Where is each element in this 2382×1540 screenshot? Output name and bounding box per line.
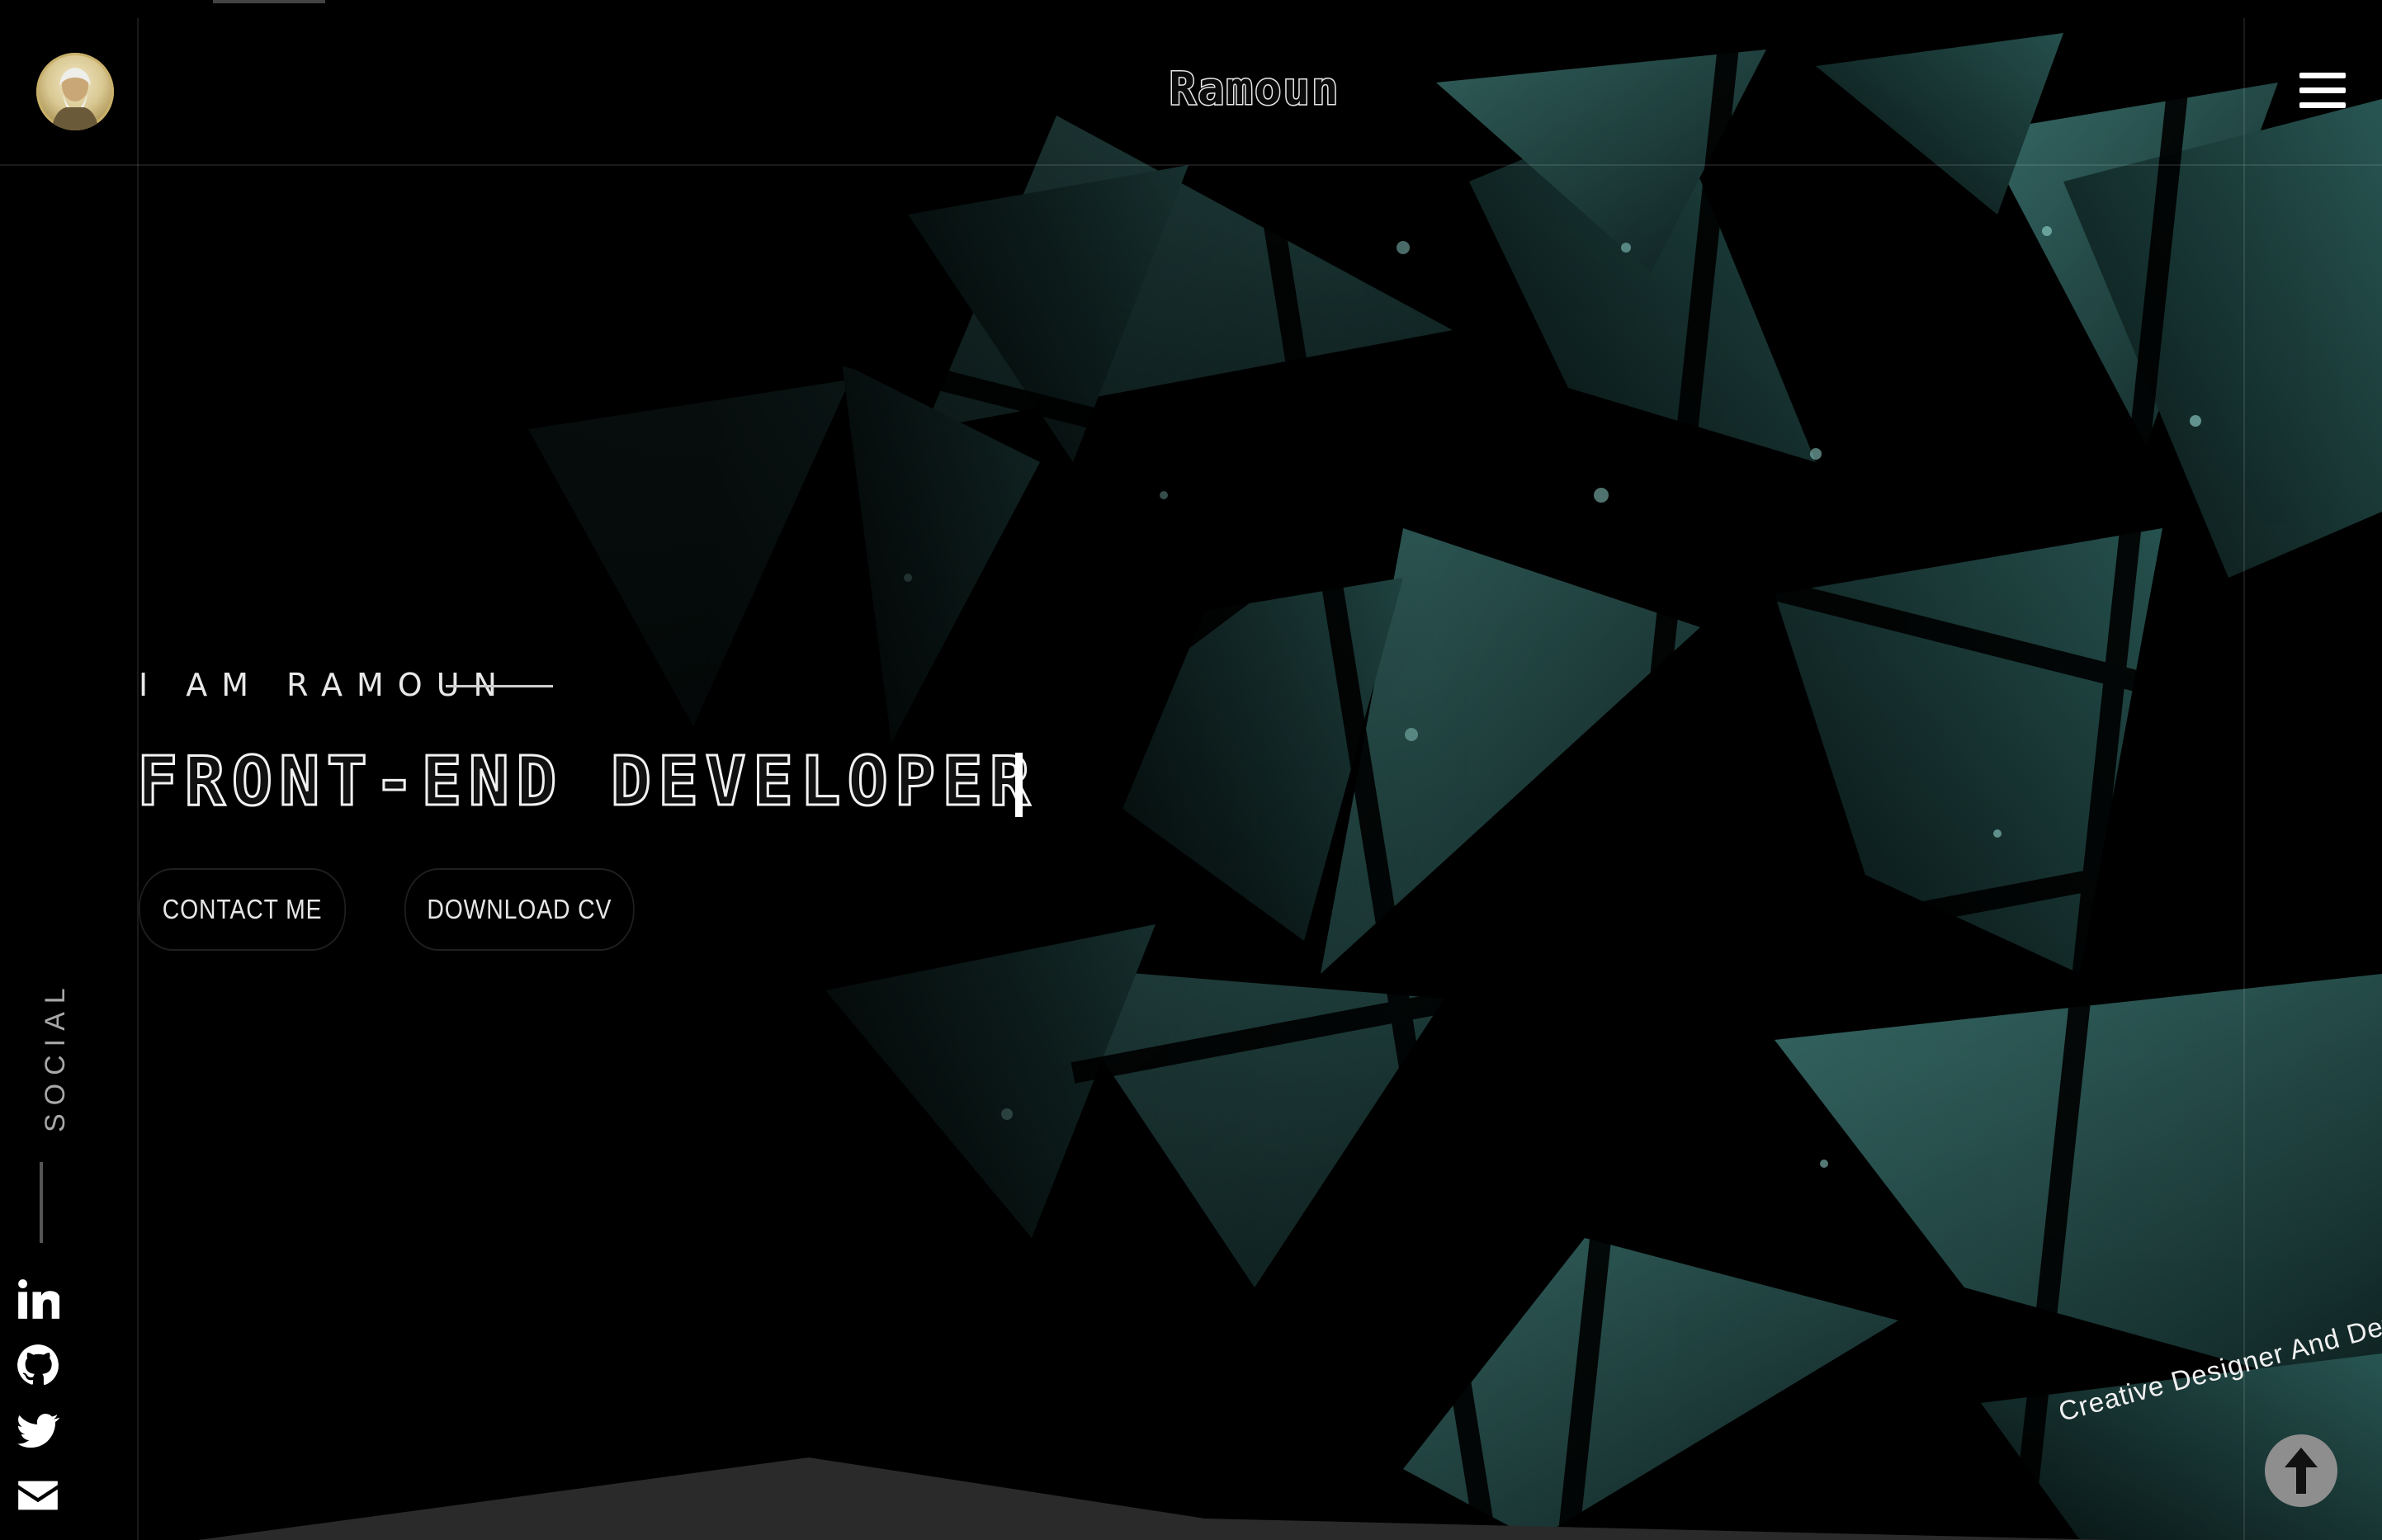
- brand-logo[interactable]: Ramoun: [1073, 62, 1436, 116]
- github-icon[interactable]: [17, 1344, 59, 1386]
- top-indicator: [213, 0, 325, 3]
- arrow-up-icon: [2285, 1448, 2318, 1494]
- frame-line-right: [2243, 18, 2245, 1540]
- avatar[interactable]: [36, 53, 114, 130]
- typing-caret: [1015, 753, 1023, 817]
- social-label: SOCIAL: [40, 980, 71, 1132]
- envelope-icon[interactable]: [17, 1474, 59, 1517]
- eyebrow-divider: [446, 685, 553, 687]
- hero-headline: FRONT-END DEVELOPER: [136, 742, 1037, 823]
- download-cv-button[interactable]: DOWNLOAD CV: [404, 868, 635, 951]
- top-strip: [0, 0, 2382, 20]
- header-divider: [0, 164, 2382, 166]
- twitter-icon[interactable]: [17, 1410, 60, 1453]
- contact-me-button[interactable]: CONTACT ME: [139, 868, 347, 951]
- hamburger-menu-icon[interactable]: [2299, 73, 2346, 116]
- scroll-to-top-button[interactable]: [2265, 1434, 2337, 1507]
- linkedin-icon[interactable]: [17, 1278, 61, 1320]
- avatar-portrait: [51, 68, 99, 130]
- social-divider: [40, 1162, 43, 1243]
